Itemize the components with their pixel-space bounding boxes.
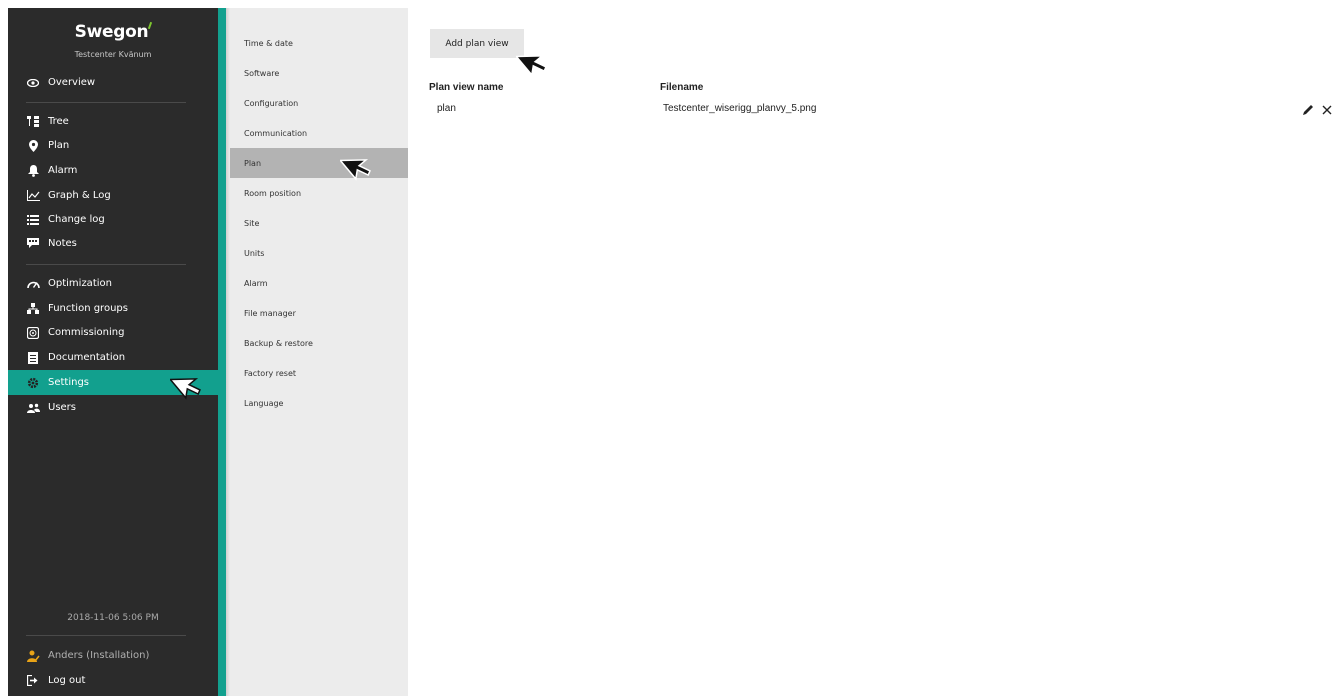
cursor-arrow-icon bbox=[516, 55, 547, 77]
sidebar-divider bbox=[26, 635, 186, 636]
swegon-logo: Swegon bbox=[8, 21, 218, 42]
logout-button[interactable]: Log out bbox=[8, 668, 218, 693]
main-sidebar: Swegon Testcenter Kvänum Overview Tree P… bbox=[8, 8, 218, 696]
add-plan-view-button[interactable]: Add plan view bbox=[430, 29, 524, 58]
hierarchy-icon bbox=[26, 302, 40, 316]
map-pin-icon bbox=[26, 139, 40, 153]
row-actions bbox=[1303, 100, 1332, 119]
gear-icon bbox=[26, 376, 40, 390]
document-icon bbox=[26, 351, 40, 365]
plan-view-name-cell: plan bbox=[437, 103, 456, 114]
settings-item-communication[interactable]: Communication bbox=[230, 118, 408, 148]
sidebar-item-label: Settings bbox=[48, 377, 90, 388]
sidebar-item-graph-log[interactable]: Graph & Log bbox=[8, 183, 218, 208]
settings-item-time-date[interactable]: Time & date bbox=[230, 28, 408, 58]
sidebar-item-label: Notes bbox=[48, 238, 77, 249]
current-datetime: 2018-11-06 5:06 PM bbox=[67, 613, 159, 623]
sidebar-item-notes[interactable]: Notes bbox=[8, 231, 218, 256]
cursor-arrow-icon bbox=[170, 378, 201, 400]
eye-icon bbox=[26, 76, 40, 90]
tree-icon bbox=[26, 115, 40, 129]
sidebar-item-label: Graph & Log bbox=[48, 190, 111, 201]
sidebar-item-function-groups[interactable]: Function groups bbox=[8, 296, 218, 321]
sidebar-item-label: Optimization bbox=[48, 278, 112, 289]
edit-pencil-icon[interactable] bbox=[1303, 100, 1314, 119]
sidebar-item-label: Tree bbox=[48, 116, 69, 127]
settings-item-factory-reset[interactable]: Factory reset bbox=[230, 358, 408, 388]
fan-icon bbox=[26, 326, 40, 340]
settings-item-file-manager[interactable]: File manager bbox=[230, 298, 408, 328]
filename-cell: Testcenter_wiserigg_planvy_5.png bbox=[663, 103, 817, 114]
settings-item-language[interactable]: Language bbox=[230, 388, 408, 418]
sidebar-item-label: Commissioning bbox=[48, 327, 125, 338]
sidebar-item-label: Users bbox=[48, 402, 77, 413]
sidebar-item-label: Plan bbox=[48, 140, 70, 151]
sidebar-item-commissioning[interactable]: Commissioning bbox=[8, 320, 218, 345]
sidebar-item-tree[interactable]: Tree bbox=[8, 109, 218, 134]
sidebar-item-optimization[interactable]: Optimization bbox=[8, 271, 218, 296]
settings-item-site[interactable]: Site bbox=[230, 208, 408, 238]
sidebar-item-alarm[interactable]: Alarm bbox=[8, 158, 218, 183]
sidebar-item-label: Alarm bbox=[48, 165, 78, 176]
settings-item-configuration[interactable]: Configuration bbox=[230, 88, 408, 118]
settings-item-software[interactable]: Software bbox=[230, 58, 408, 88]
cursor-arrow-icon bbox=[340, 159, 371, 181]
sidebar-item-overview[interactable]: Overview bbox=[8, 70, 218, 95]
sidebar-item-change-log[interactable]: Change log bbox=[8, 207, 218, 232]
column-header-plan-view-name: Plan view name bbox=[429, 82, 504, 93]
gauge-icon bbox=[26, 277, 40, 291]
plan-settings-panel: Add plan view Plan view name Filename pl… bbox=[408, 0, 1341, 696]
current-user[interactable]: Anders (Installation) bbox=[8, 643, 218, 668]
user-wrench-icon bbox=[26, 649, 40, 663]
sidebar-accent-bar bbox=[218, 8, 226, 696]
graph-icon bbox=[26, 189, 40, 203]
sidebar-item-documentation[interactable]: Documentation bbox=[8, 345, 218, 370]
column-header-filename: Filename bbox=[660, 82, 704, 93]
comment-icon bbox=[26, 237, 40, 251]
sidebar-divider bbox=[26, 264, 186, 265]
logout-label: Log out bbox=[48, 675, 86, 686]
list-icon bbox=[26, 213, 40, 227]
site-name: Testcenter Kvänum bbox=[74, 50, 152, 59]
sidebar-item-label: Function groups bbox=[48, 303, 128, 314]
logout-icon bbox=[26, 674, 40, 688]
delete-close-icon[interactable] bbox=[1322, 100, 1332, 119]
sidebar-divider bbox=[26, 102, 186, 103]
users-icon bbox=[26, 401, 40, 415]
settings-submenu: Time & date Software Configuration Commu… bbox=[230, 8, 408, 696]
sidebar-item-label: Documentation bbox=[48, 352, 126, 363]
sidebar-item-label: Change log bbox=[48, 214, 105, 225]
settings-item-units[interactable]: Units bbox=[230, 238, 408, 268]
user-name: Anders (Installation) bbox=[48, 650, 150, 661]
sidebar-item-label: Overview bbox=[48, 77, 96, 88]
settings-item-alarm[interactable]: Alarm bbox=[230, 268, 408, 298]
sidebar-item-plan[interactable]: Plan bbox=[8, 133, 218, 158]
bell-icon bbox=[26, 164, 40, 178]
settings-item-backup-restore[interactable]: Backup & restore bbox=[230, 328, 408, 358]
